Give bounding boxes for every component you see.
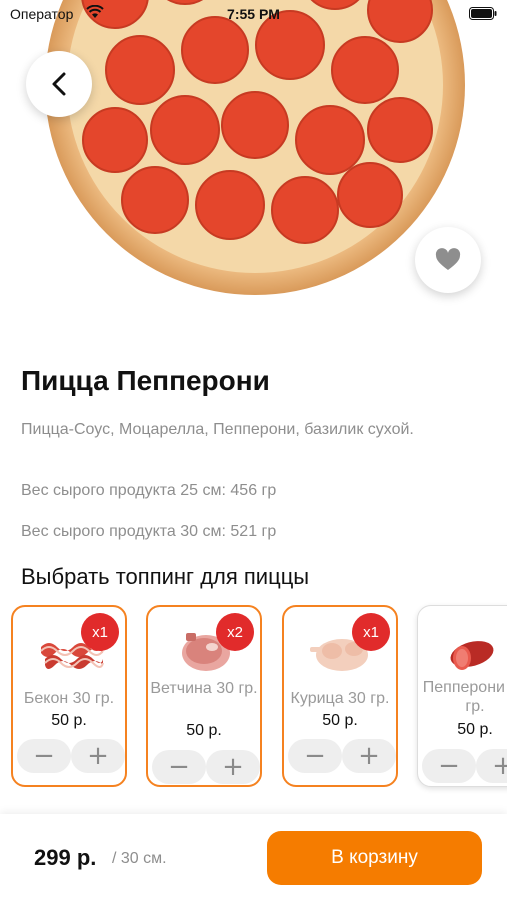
size-label: / 30 см. (112, 850, 167, 867)
heart-icon (435, 248, 461, 270)
clock: 7:55 PM (227, 6, 280, 22)
topping-card-pepperoni[interactable]: Пепперони 30 гр. 50 р. − + (417, 605, 507, 787)
topping-card-ham[interactable]: x2 Ветчина 30 гр. 50 р. − + (146, 605, 262, 787)
quantity-stepper: − + (288, 739, 396, 773)
battery-icon (469, 7, 497, 20)
decrement-button[interactable]: − (152, 750, 206, 784)
quantity-stepper: − + (17, 739, 125, 773)
quantity-badge: x2 (216, 613, 254, 651)
topping-name: Курица 30 гр. (290, 690, 390, 707)
weight-30: Вес сырого продукта 30 см: 521 гр (21, 523, 277, 540)
topping-price: 50 р. (51, 712, 87, 729)
favorite-button[interactable] (415, 227, 481, 293)
back-chevron-icon (52, 72, 66, 96)
pizza-image (45, 0, 465, 295)
add-to-cart-button[interactable]: В корзину (267, 831, 482, 885)
toppings-heading: Выбрать топпинг для пиццы (21, 564, 310, 589)
topping-card-chicken[interactable]: x1 Курица 30 гр. 50 р. − + (282, 605, 398, 787)
quantity-stepper: − + (152, 750, 260, 784)
product-description: Пицца-Соус, Моцарелла, Пепперони, базили… (21, 421, 414, 438)
topping-name: Бекон 30 гр. (23, 690, 115, 707)
quantity-badge: x1 (352, 613, 390, 651)
toppings-carousel[interactable]: x1 Бекон 30 гр. 50 р. − + x2 Ветчина 30 … (0, 600, 507, 800)
topping-price: 50 р. (322, 712, 358, 729)
decrement-button[interactable]: − (288, 739, 342, 773)
topping-name: Пепперони 30 гр. (422, 679, 507, 715)
back-button[interactable] (26, 51, 92, 117)
increment-button[interactable]: + (206, 750, 260, 784)
pepperoni-image (450, 641, 494, 670)
total-price: 299 р. (34, 845, 97, 870)
increment-button[interactable]: + (342, 739, 396, 773)
decrement-button[interactable]: − (422, 749, 476, 783)
topping-name: Ветчина 30 гр. (150, 680, 258, 697)
increment-button[interactable]: + (71, 739, 125, 773)
topping-price: 50 р. (186, 722, 222, 739)
quantity-stepper: − + (422, 749, 507, 783)
weight-25: Вес сырого продукта 25 см: 456 гр (21, 482, 277, 499)
bottom-bar: 299 р. / 30 см. В корзину (0, 814, 507, 900)
product-title: Пицца Пепперони (21, 365, 270, 396)
topping-card-bacon[interactable]: x1 Бекон 30 гр. 50 р. − + (11, 605, 127, 787)
decrement-button[interactable]: − (17, 739, 71, 773)
quantity-badge: x1 (81, 613, 119, 651)
topping-price: 50 р. (457, 721, 493, 738)
increment-button[interactable]: + (476, 749, 507, 783)
status-bar: Оператор 7:55 PM (0, 0, 507, 28)
